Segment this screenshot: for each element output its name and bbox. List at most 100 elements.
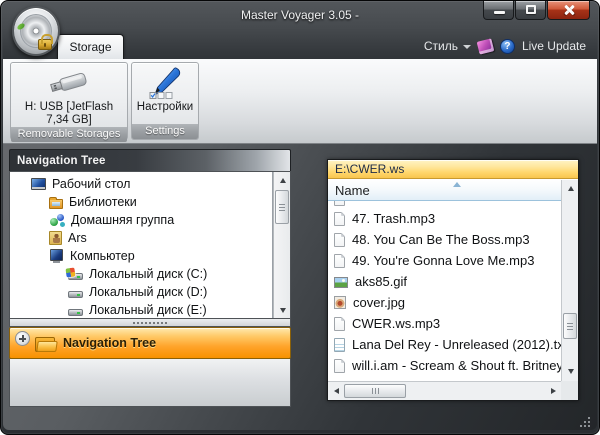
arrow-right-icon	[551, 388, 556, 394]
file-icon	[334, 254, 345, 268]
tree-item-computer[interactable]: Компьютер	[10, 247, 273, 265]
file-list-horizontal-scrollbar[interactable]	[328, 381, 561, 400]
scroll-right-button[interactable]	[546, 384, 560, 398]
tree-item-label: Ars	[68, 231, 87, 245]
tree-content: Рабочий стол Библиотеки Домашняя группа …	[10, 172, 273, 318]
file-list-vertical-scrollbar[interactable]	[561, 180, 578, 381]
file-row[interactable]: aks85.gif	[328, 271, 561, 292]
folder-icon	[35, 335, 56, 352]
tree-item-homegroup[interactable]: Домашняя группа	[10, 211, 273, 229]
settings-button[interactable]: Настройки	[132, 63, 198, 124]
tree-item-label: Библиотеки	[69, 195, 137, 209]
ribbon-group-removable-storages: H: USB [JetFlash 7,34 GB] Removable Stor…	[10, 62, 128, 140]
minimize-button[interactable]	[483, 1, 514, 20]
file-name: CWER.ws.mp3	[352, 316, 440, 331]
photo-icon	[334, 296, 346, 309]
style-dropdown[interactable]: Стиль	[424, 39, 471, 53]
chevron-down-icon	[463, 45, 471, 49]
padlock-icon	[38, 39, 52, 50]
file-icon	[334, 201, 345, 206]
file-name: cover.jpg	[353, 295, 405, 310]
navigation-tree-group-bar[interactable]: Navigation Tree	[9, 327, 291, 359]
app-window: Master Voyager 3.05 - Storage Стиль ? Li…	[0, 0, 600, 435]
close-button[interactable]	[547, 1, 590, 20]
style-label: Стиль	[424, 39, 458, 53]
maximize-button[interactable]	[515, 1, 546, 20]
scroll-up-button[interactable]	[275, 173, 290, 187]
app-menu-orb[interactable]	[12, 6, 60, 56]
tree-item-disk-e[interactable]: Локальный диск (E:)	[10, 301, 273, 318]
libraries-icon	[49, 199, 63, 209]
file-name: Lana Del Rey - Unreleased (2012).txt	[352, 337, 561, 352]
computer-icon	[49, 249, 64, 263]
user-folder-icon	[49, 231, 62, 245]
tree-item-label: Локальный диск (D:)	[89, 285, 207, 299]
arrow-down-icon	[280, 308, 286, 313]
arrow-up-icon	[280, 178, 286, 183]
scroll-down-button[interactable]	[563, 364, 578, 378]
file-icon	[334, 212, 345, 226]
file-name: 47. Trash.mp3	[352, 211, 435, 226]
navigation-tree: Рабочий стол Библиотеки Домашняя группа …	[9, 171, 291, 319]
file-name: 49. You're Gonna Love Me.mp3	[352, 253, 534, 268]
disk-icon	[68, 291, 83, 298]
path-header: E:\CWER.ws	[328, 160, 578, 179]
column-header-name[interactable]: Name	[328, 180, 561, 201]
group-caption-removable-storages: Removable Storages	[11, 127, 127, 142]
scrollbar-thumb[interactable]	[563, 313, 577, 339]
tree-item-ars[interactable]: Ars	[10, 229, 273, 247]
ribbon-group-settings: Настройки Settings	[131, 62, 199, 140]
file-row[interactable]: cover.jpg	[328, 292, 561, 313]
tree-item-disk-d[interactable]: Локальный диск (D:)	[10, 283, 273, 301]
panel-footer-area	[9, 359, 291, 407]
file-row-partial	[328, 201, 561, 208]
minimize-icon	[494, 11, 505, 14]
file-row[interactable]: 47. Trash.mp3	[328, 208, 561, 229]
file-row[interactable]: Lana Del Rey - Unreleased (2012).txt	[328, 334, 561, 355]
tree-item-disk-c[interactable]: Локальный диск (C:)	[10, 265, 273, 283]
expand-plus-button[interactable]	[15, 331, 30, 346]
usb-storage-button[interactable]: H: USB [JetFlash 7,34 GB]	[11, 63, 127, 127]
sort-ascending-icon	[453, 182, 461, 187]
title-bar[interactable]: Master Voyager 3.05 -	[1, 1, 599, 29]
splitter-dots-icon	[133, 322, 135, 324]
tree-item-libraries[interactable]: Библиотеки	[10, 193, 273, 211]
tree-item-label: Рабочий стол	[52, 177, 130, 191]
tree-scrollbar[interactable]	[273, 172, 290, 318]
live-update-button[interactable]: Live Update	[522, 39, 586, 53]
homegroup-icon	[49, 213, 65, 227]
window-controls	[482, 1, 590, 20]
file-row[interactable]: will.i.am - Scream & Shout ft. Britney	[328, 355, 561, 376]
scroll-up-button[interactable]	[563, 181, 578, 195]
file-row[interactable]: 49. You're Gonna Love Me.mp3	[328, 250, 561, 271]
tree-item-label: Локальный диск (C:)	[89, 267, 207, 281]
scroll-down-button[interactable]	[275, 303, 290, 317]
usb-storage-label: H: USB [JetFlash 7,34 GB]	[11, 101, 127, 127]
system-disk-icon	[68, 273, 83, 280]
navigation-panel: Navigation Tree Рабочий стол Библиотеки …	[9, 149, 291, 407]
file-name: aks85.gif	[355, 274, 407, 289]
image-icon	[334, 277, 348, 288]
scrollbar-thumb[interactable]	[275, 190, 289, 224]
scrollbar-thumb[interactable]	[344, 384, 406, 398]
file-name: will.i.am - Scream & Shout ft. Britney	[352, 358, 561, 373]
file-row[interactable]: 48. You Can Be The Boss.mp3	[328, 229, 561, 250]
scroll-left-button[interactable]	[329, 384, 343, 398]
close-icon	[563, 4, 575, 16]
text-file-icon	[334, 338, 345, 352]
tree-item-label: Компьютер	[70, 249, 135, 263]
resize-grip[interactable]	[578, 415, 590, 427]
tree-item-desktop[interactable]: Рабочий стол	[10, 175, 273, 193]
file-icon	[334, 317, 345, 331]
disk-icon	[68, 309, 83, 316]
pen-icon	[147, 65, 183, 101]
navigation-panel-header: Navigation Tree	[9, 149, 291, 171]
panel-splitter[interactable]	[9, 319, 291, 327]
arrow-up-icon	[568, 186, 574, 191]
settings-label: Настройки	[135, 101, 195, 114]
file-row[interactable]: CWER.ws.mp3	[328, 313, 561, 334]
style-book-icon[interactable]	[477, 38, 495, 54]
help-icon[interactable]: ?	[500, 39, 515, 54]
tab-storage[interactable]: Storage	[57, 34, 124, 59]
cd-hole	[33, 28, 40, 35]
